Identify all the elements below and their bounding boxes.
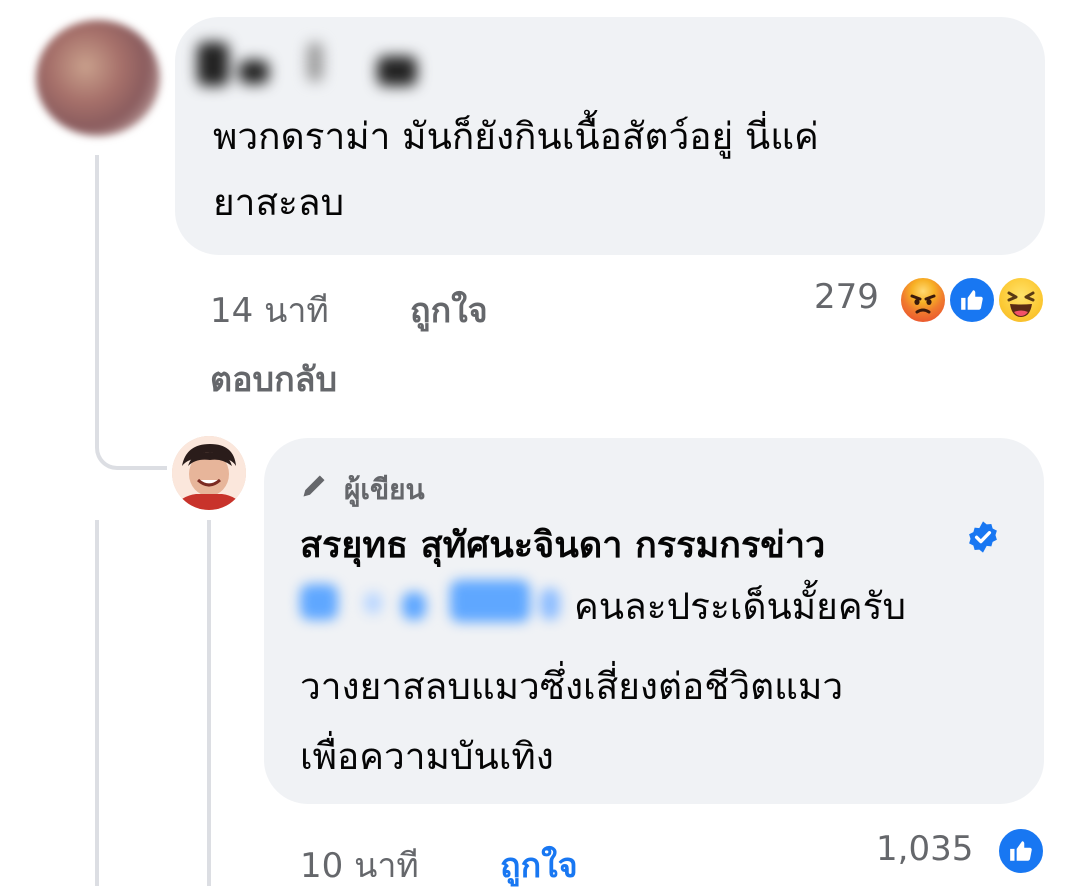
author-name[interactable]: สรยุทธ สุทัศนะจินดา กรรมกรข่าว	[300, 516, 825, 573]
angry-icon	[898, 275, 948, 325]
reply-reaction-count[interactable]: 1,035	[876, 829, 973, 869]
haha-icon	[996, 275, 1046, 325]
comment-time[interactable]: 14 นาที	[210, 283, 329, 337]
like-icon	[996, 826, 1046, 876]
verified-badge-icon	[969, 521, 997, 553]
reply-thread-line	[207, 520, 211, 886]
blurred-commenter-name[interactable]	[197, 34, 447, 92]
comment-like-button[interactable]: ถูกใจ	[410, 283, 488, 337]
author-avatar[interactable]	[172, 436, 246, 510]
thread-line-continuation	[95, 520, 99, 886]
comment-reply-button[interactable]: ตอบกลับ	[210, 352, 337, 406]
reply-text-after-mention: คนละประเด็นมั้ยครับ	[574, 585, 906, 628]
reply-like-button[interactable]: ถูกใจ	[500, 838, 578, 892]
blurred-mentioned-name[interactable]	[300, 570, 565, 628]
reply-text: วางยาสลบแมวซึ่งเสี่ยงต่อชีวิตแมว เพื่อคว…	[300, 665, 844, 778]
like-icon	[947, 275, 997, 325]
comment-text: พวกดราม่า มันก็ยังกินเนื้อสัตว์อยู่ นี่แ…	[213, 115, 819, 224]
thread-line-main	[95, 155, 99, 445]
comment-reaction-count[interactable]: 279	[814, 277, 879, 317]
author-badge-label: ผู้เขียน	[344, 473, 425, 506]
commenter-avatar[interactable]	[36, 20, 160, 136]
reply-time[interactable]: 10 นาที	[300, 838, 419, 892]
pencil-icon	[303, 475, 325, 497]
thread-connector	[95, 420, 167, 470]
